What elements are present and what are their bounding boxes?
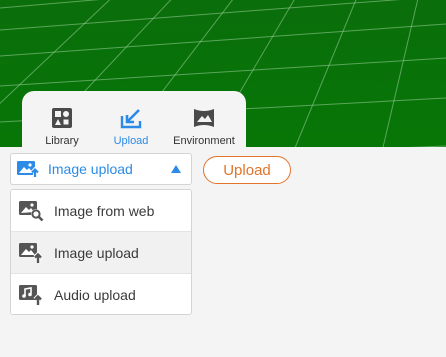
tab-library[interactable]: Library — [38, 91, 86, 147]
upload-button[interactable]: Upload — [203, 156, 291, 184]
dropdown-selected-label: Image upload — [48, 161, 133, 177]
library-icon — [52, 108, 72, 128]
environment-icon — [194, 109, 214, 127]
image-upload-icon — [17, 161, 40, 177]
menu-item-image-upload[interactable]: Image upload — [11, 232, 191, 274]
menu-item-label: Image from web — [54, 202, 155, 219]
menu-item-label: Audio upload — [54, 287, 136, 303]
audio-upload-icon — [19, 285, 43, 305]
image-search-icon — [19, 200, 44, 221]
tab-upload-label: Upload — [113, 135, 149, 147]
tab-library-label: Library — [45, 135, 79, 147]
upload-icon — [120, 109, 142, 129]
menu-item-audio-upload[interactable]: Audio upload — [11, 274, 191, 314]
upload-type-dropdown[interactable]: Image upload — [10, 153, 192, 185]
menu-item-label: Image upload — [54, 244, 139, 261]
tab-upload[interactable]: Upload — [106, 91, 156, 147]
caret-up-icon — [171, 165, 181, 173]
tab-environment[interactable]: Environment — [166, 91, 242, 147]
tab-environment-label: Environment — [173, 135, 235, 147]
tab-bar: Library Upload Environment — [22, 91, 246, 153]
menu-item-image-from-web[interactable]: Image from web — [11, 190, 191, 232]
image-upload-icon — [19, 242, 43, 263]
upload-type-menu: Image from web Image upload Audio upload — [10, 189, 192, 315]
